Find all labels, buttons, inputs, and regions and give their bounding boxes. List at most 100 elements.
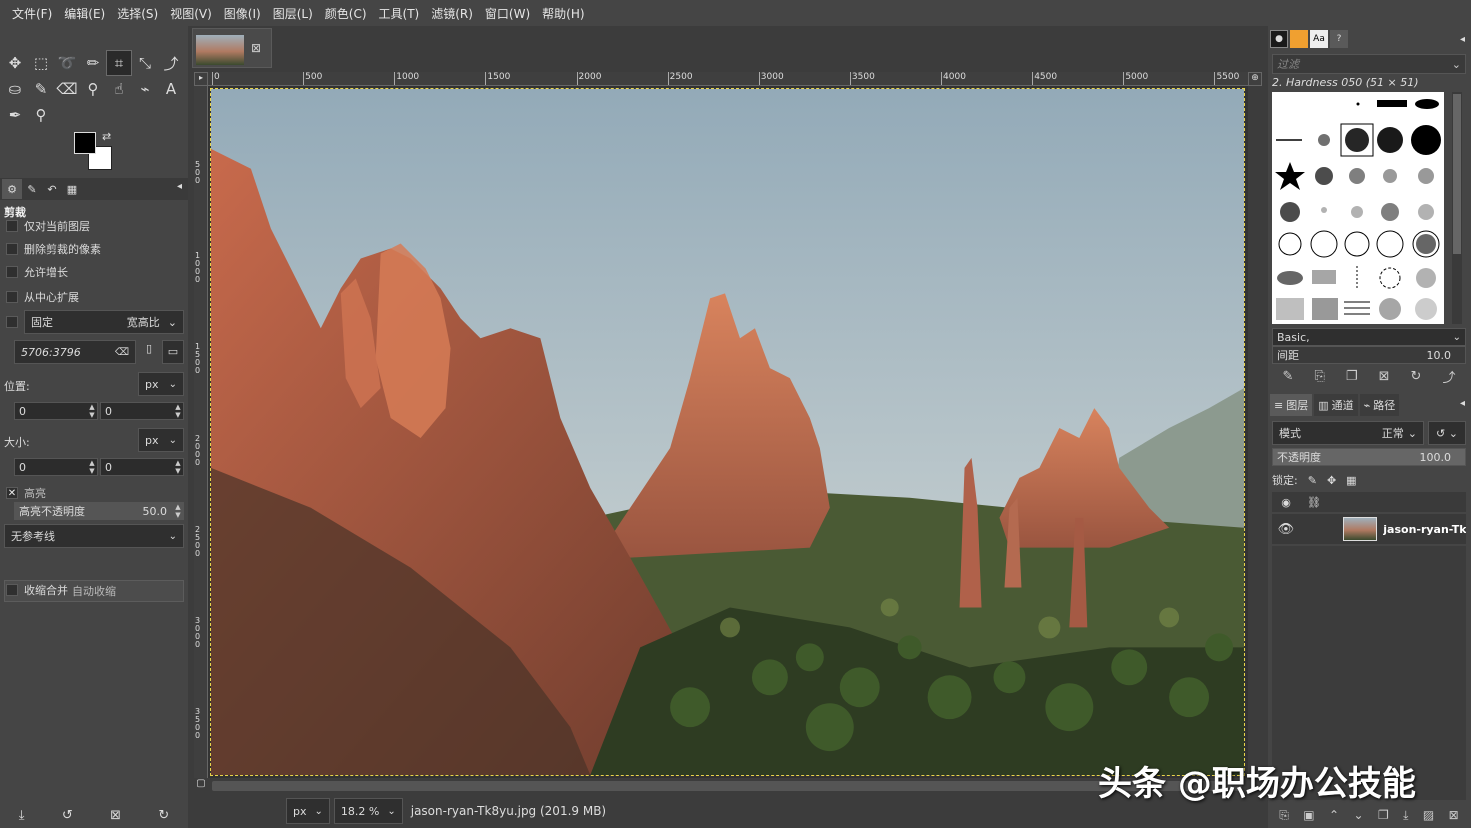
layer-row[interactable]: 👁 jason-ryan-Tk bbox=[1272, 514, 1466, 544]
menu-item[interactable]: 选择(S) bbox=[111, 5, 164, 22]
paintbrush-tool-icon[interactable]: ✎ bbox=[28, 76, 54, 102]
image-tab[interactable]: ⊠ bbox=[192, 28, 272, 68]
size-height-field[interactable]: 0 ▲ ▼ bbox=[100, 458, 184, 476]
checkbox[interactable] bbox=[6, 291, 18, 303]
position-unit-select[interactable]: px ⌄ bbox=[138, 372, 184, 396]
fg-bg-colors[interactable]: ⇄ bbox=[74, 130, 116, 172]
brush-grid[interactable] bbox=[1272, 92, 1444, 324]
swap-colors-icon[interactable]: ⇄ bbox=[102, 130, 111, 143]
tab-channels[interactable]: ▥ 通道 bbox=[1314, 394, 1358, 416]
spin-arrows-icon[interactable]: ▲ ▼ bbox=[87, 459, 97, 475]
dock-menu-icon[interactable]: ◂ bbox=[1460, 34, 1465, 45]
tab-paths[interactable]: ⌁ 路径 bbox=[1359, 394, 1400, 416]
composite-mode-select[interactable]: ↺ ⌄ bbox=[1428, 421, 1466, 445]
delete-layer-icon[interactable]: ⊠ bbox=[1449, 808, 1459, 822]
menu-item[interactable]: 颜色(C) bbox=[319, 5, 373, 22]
highlight-option[interactable]: ✕ 高亮 bbox=[6, 485, 46, 501]
spin-arrows-icon[interactable]: ▲ ▼ bbox=[173, 503, 183, 519]
checkbox[interactable] bbox=[6, 220, 18, 232]
new-layer-icon[interactable]: ⎘ bbox=[1279, 808, 1289, 823]
edit-brush-icon[interactable]: ✎ bbox=[1283, 369, 1294, 384]
tool-options-tab-icon[interactable]: ⚙ bbox=[2, 179, 22, 199]
dock-menu-icon[interactable]: ◂ bbox=[1460, 398, 1465, 409]
images-tab-icon[interactable]: ▦ bbox=[62, 179, 82, 199]
checkbox[interactable] bbox=[6, 584, 18, 596]
refresh-brushes-icon[interactable]: ↻ bbox=[1411, 369, 1422, 384]
reset-options-icon[interactable]: ↻ bbox=[158, 808, 169, 823]
spin-arrows-icon[interactable]: ▲ ▼ bbox=[173, 403, 183, 419]
save-options-icon[interactable]: ⤓ bbox=[19, 808, 25, 823]
raise-layer-icon[interactable]: ⌃ bbox=[1329, 808, 1339, 822]
aspect-ratio-input[interactable]: 5706:3796 ⌫ bbox=[14, 340, 136, 364]
vertical-scrollbar[interactable] bbox=[1250, 86, 1262, 778]
delete-brush-icon[interactable]: ⊠ bbox=[1379, 369, 1390, 384]
checkbox-checked[interactable]: ✕ bbox=[6, 487, 18, 499]
spin-arrows-icon[interactable]: ▲ ▼ bbox=[87, 403, 97, 419]
expand-from-center-option[interactable]: 从中心扩展 bbox=[6, 289, 79, 305]
scroll-thumb[interactable] bbox=[1453, 94, 1461, 254]
brush-filter-input[interactable]: 过滤 ⌄ bbox=[1272, 54, 1466, 74]
paths-tool-icon[interactable]: ⌁ bbox=[132, 76, 158, 102]
image-canvas[interactable] bbox=[210, 88, 1245, 776]
fixed-mode-select[interactable]: 固定 宽高比 ⌄ bbox=[24, 310, 184, 334]
ruler-corner[interactable]: ▸ bbox=[194, 72, 208, 86]
shrink-merged-option[interactable]: 收缩合并 bbox=[6, 582, 68, 598]
clear-icon[interactable]: ⌫ bbox=[115, 347, 129, 358]
menu-item[interactable]: 图像(I) bbox=[218, 5, 267, 22]
lock-alpha-icon[interactable]: ▦ bbox=[1346, 474, 1356, 487]
quick-mask-icon[interactable]: ▢ bbox=[194, 778, 208, 794]
close-icon[interactable]: ⊠ bbox=[251, 41, 261, 55]
allow-growing-option[interactable]: 允许增长 bbox=[6, 264, 68, 280]
undo-history-tab-icon[interactable]: ↶ bbox=[42, 179, 62, 199]
zoom-tool-icon[interactable]: ⚲ bbox=[28, 102, 54, 128]
layer-name[interactable]: jason-ryan-Tk bbox=[1383, 523, 1466, 536]
lower-layer-icon[interactable]: ⌄ bbox=[1353, 808, 1363, 822]
layer-mode-select[interactable]: 模式 正常 ⌄ bbox=[1272, 421, 1424, 445]
position-y-field[interactable]: 0 ▲ ▼ bbox=[100, 402, 184, 420]
brush-spacing-slider[interactable]: 间距 10.0 bbox=[1272, 346, 1466, 364]
fonts-tab-icon[interactable]: Aa bbox=[1310, 30, 1328, 48]
menu-item[interactable]: 文件(F) bbox=[6, 5, 58, 22]
new-brush-icon[interactable]: ⎘ bbox=[1314, 369, 1324, 384]
landscape-icon[interactable]: ▭ bbox=[162, 340, 184, 364]
checkbox[interactable] bbox=[6, 243, 18, 255]
eraser-tool-icon[interactable]: ⌫ bbox=[54, 76, 80, 102]
brush-scrollbar[interactable] bbox=[1452, 92, 1462, 324]
clone-tool-icon[interactable]: ⚲ bbox=[80, 76, 106, 102]
unit-select[interactable]: px ⌄ bbox=[286, 798, 330, 824]
size-unit-select[interactable]: px ⌄ bbox=[138, 428, 184, 452]
horizontal-ruler[interactable]: 0 500 1000 1500 2000 2500 3000 3500 4000 4500 5000… bbox=[208, 72, 1248, 86]
menu-item[interactable]: 视图(V) bbox=[164, 5, 218, 22]
navigate-icon[interactable]: ⊕ bbox=[1248, 72, 1262, 86]
horizontal-scrollbar[interactable] bbox=[208, 778, 1248, 794]
menu-item[interactable]: 窗口(W) bbox=[479, 5, 536, 22]
crop-tool-icon[interactable]: ⌗ bbox=[106, 50, 132, 76]
guides-select[interactable]: 无参考线 ⌄ bbox=[4, 524, 184, 548]
checkbox[interactable] bbox=[6, 266, 18, 278]
bucket-fill-tool-icon[interactable]: ⛀ bbox=[2, 76, 28, 102]
spin-arrows-icon[interactable]: ▲ ▼ bbox=[173, 459, 183, 475]
layer-opacity-slider[interactable]: 不透明度 100.0 bbox=[1272, 448, 1466, 466]
rect-select-tool-icon[interactable]: ⬚ bbox=[28, 50, 54, 76]
dock-menu-icon[interactable]: ◂ bbox=[177, 181, 182, 192]
brush-tag-select[interactable]: Basic, ⌄ bbox=[1272, 328, 1466, 346]
smudge-tool-icon[interactable]: ☝ bbox=[106, 76, 132, 102]
move-tool-icon[interactable]: ✥ bbox=[2, 50, 28, 76]
portrait-icon[interactable]: ▯ bbox=[140, 342, 158, 362]
fixed-checkbox[interactable] bbox=[6, 316, 18, 328]
delete-options-icon[interactable]: ⊠ bbox=[110, 808, 121, 823]
warp-tool-icon[interactable]: ⤴ bbox=[158, 50, 184, 76]
duplicate-layer-icon[interactable]: ❐ bbox=[1378, 808, 1389, 822]
eye-icon[interactable]: 👁 bbox=[1272, 522, 1300, 537]
delete-cropped-pixels-option[interactable]: 删除剪裁的像素 bbox=[6, 241, 101, 257]
vertical-ruler[interactable]: 500 1000 1500 2000 2500 3000 3500 bbox=[194, 86, 208, 778]
canvas-area[interactable] bbox=[208, 86, 1248, 778]
menu-item[interactable]: 工具(T) bbox=[373, 5, 426, 22]
color-picker-tool-icon[interactable]: ✒ bbox=[2, 102, 28, 128]
highlight-opacity-slider[interactable]: 高亮不透明度 50.0 ▲ ▼ bbox=[14, 502, 184, 520]
device-status-tab-icon[interactable]: ✎ bbox=[22, 179, 42, 199]
text-tool-icon[interactable]: A bbox=[158, 76, 184, 102]
menu-item[interactable]: 图层(L) bbox=[267, 5, 319, 22]
lock-pixels-icon[interactable]: ✎ bbox=[1308, 474, 1317, 487]
open-brush-as-image-icon[interactable]: ⤴ bbox=[1442, 367, 1455, 386]
